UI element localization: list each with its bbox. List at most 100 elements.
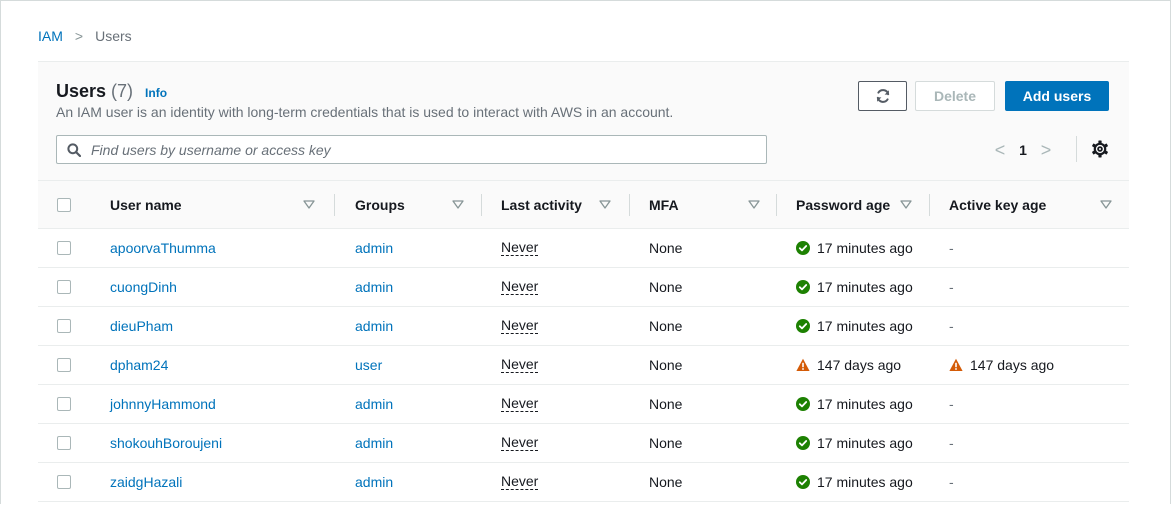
table-row: cuongDinh admin Never None 17 minutes ago - xyxy=(38,268,1129,307)
breadcrumb-separator: > xyxy=(74,28,84,44)
user-name-link[interactable]: cuongDinh xyxy=(110,279,177,295)
password-age-value: 147 days ago xyxy=(817,357,902,373)
group-link[interactable]: admin xyxy=(355,435,393,451)
column-label: User name xyxy=(110,197,182,213)
search-box xyxy=(56,135,767,164)
mfa-value: None xyxy=(649,435,683,451)
active-key-age-value: - xyxy=(949,396,954,412)
column-divider xyxy=(776,194,777,216)
group-link[interactable]: admin xyxy=(355,474,393,490)
sort-icon[interactable] xyxy=(748,200,760,209)
column-divider xyxy=(629,194,630,216)
active-key-age-value: - xyxy=(949,435,954,451)
current-page-number[interactable]: 1 xyxy=(1010,142,1036,158)
table-row: apoorvaThumma admin Never None 17 minutes ag… xyxy=(38,229,1129,268)
panel-description: An IAM user is an identity with long-ter… xyxy=(56,104,674,120)
next-page-button[interactable]: > xyxy=(1036,140,1056,161)
column-header-groups[interactable]: Groups xyxy=(355,181,405,229)
column-header-last-activity[interactable]: Last activity xyxy=(501,181,582,229)
group-link[interactable]: user xyxy=(355,357,382,373)
last-activity-value[interactable]: Never xyxy=(501,240,539,256)
success-check-icon xyxy=(796,436,810,450)
password-age-value: 17 minutes ago xyxy=(817,435,913,451)
last-activity-value[interactable]: Never xyxy=(501,279,539,295)
column-divider xyxy=(929,194,930,216)
column-divider xyxy=(481,194,482,216)
row-select-checkbox[interactable] xyxy=(57,319,71,333)
success-check-icon xyxy=(796,475,810,489)
row-select-checkbox[interactable] xyxy=(57,358,71,372)
user-count: (7) xyxy=(111,81,134,101)
search-icon xyxy=(67,142,81,157)
mfa-value: None xyxy=(649,318,683,334)
group-link[interactable]: admin xyxy=(355,279,393,295)
table-row: johnnyHammond admin Never None 17 minutes ag… xyxy=(38,385,1129,424)
breadcrumb: IAM > Users xyxy=(38,28,132,44)
row-select-checkbox[interactable] xyxy=(57,436,71,450)
group-link[interactable]: admin xyxy=(355,396,393,412)
user-name-link[interactable]: dpham24 xyxy=(110,357,168,373)
column-header-password-age[interactable]: Password age xyxy=(796,181,890,229)
sort-icon[interactable] xyxy=(900,200,912,209)
last-activity-value[interactable]: Never xyxy=(501,357,539,373)
column-divider xyxy=(334,194,335,216)
panel-header: Users (7) Info An IAM user is an identit… xyxy=(38,62,1129,180)
column-header-active-key-age[interactable]: Active key age xyxy=(949,181,1046,229)
user-name-link[interactable]: apoorvaThumma xyxy=(110,240,216,256)
mfa-value: None xyxy=(649,357,683,373)
success-check-icon xyxy=(796,397,810,411)
previous-page-button[interactable]: < xyxy=(990,140,1010,161)
mfa-value: None xyxy=(649,474,683,490)
row-select-checkbox[interactable] xyxy=(57,397,71,411)
active-key-age-value: - xyxy=(949,318,954,334)
sort-icon[interactable] xyxy=(1100,200,1112,209)
settings-gear-icon[interactable] xyxy=(1090,139,1110,159)
last-activity-value[interactable]: Never xyxy=(501,396,539,412)
group-link[interactable]: admin xyxy=(355,240,393,256)
refresh-button[interactable] xyxy=(858,81,907,111)
warning-icon xyxy=(949,358,963,371)
row-select-checkbox[interactable] xyxy=(57,280,71,294)
refresh-icon xyxy=(876,89,889,103)
column-header-mfa[interactable]: MFA xyxy=(649,181,679,229)
search-input[interactable] xyxy=(89,140,733,159)
success-check-icon xyxy=(796,241,810,255)
column-label: Last activity xyxy=(501,197,582,213)
active-key-age-value: - xyxy=(949,474,954,490)
column-header-user-name[interactable]: User name xyxy=(110,181,182,229)
column-label: MFA xyxy=(649,197,679,213)
warning-icon xyxy=(796,358,810,371)
column-label: Password age xyxy=(796,197,891,213)
user-name-link[interactable]: shokouhBoroujeni xyxy=(110,435,222,451)
user-name-link[interactable]: dieuPham xyxy=(110,318,173,334)
table-header: User name Groups Last activity MFA Passw… xyxy=(38,180,1129,229)
password-age-value: 17 minutes ago xyxy=(817,279,913,295)
password-age-value: 17 minutes ago xyxy=(817,240,913,256)
password-age-value: 17 minutes ago xyxy=(817,318,913,334)
info-link[interactable]: Info xyxy=(145,86,167,100)
sort-icon[interactable] xyxy=(599,200,611,209)
table-row: shokouhBoroujeni admin Never None 17 minutes… xyxy=(38,424,1129,463)
sort-icon[interactable] xyxy=(452,200,464,209)
mfa-value: None xyxy=(649,396,683,412)
pager-divider xyxy=(1076,136,1077,162)
active-key-age-value: - xyxy=(949,279,954,295)
select-all-checkbox[interactable] xyxy=(57,198,71,212)
sort-icon[interactable] xyxy=(303,200,315,209)
group-link[interactable]: admin xyxy=(355,318,393,334)
mfa-value: None xyxy=(649,279,683,295)
last-activity-value[interactable]: Never xyxy=(501,318,539,334)
user-name-link[interactable]: zaidgHazali xyxy=(110,474,182,490)
success-check-icon xyxy=(796,319,810,333)
row-select-checkbox[interactable] xyxy=(57,241,71,255)
mfa-value: None xyxy=(649,240,683,256)
breadcrumb-current: Users xyxy=(95,28,132,44)
add-users-button[interactable]: Add users xyxy=(1005,81,1109,111)
user-name-link[interactable]: johnnyHammond xyxy=(110,396,216,412)
last-activity-value[interactable]: Never xyxy=(501,435,539,451)
delete-button[interactable]: Delete xyxy=(915,81,995,111)
page-title: Users xyxy=(56,81,107,101)
breadcrumb-iam-link[interactable]: IAM xyxy=(38,28,63,44)
row-select-checkbox[interactable] xyxy=(57,475,71,489)
last-activity-value[interactable]: Never xyxy=(501,474,539,490)
